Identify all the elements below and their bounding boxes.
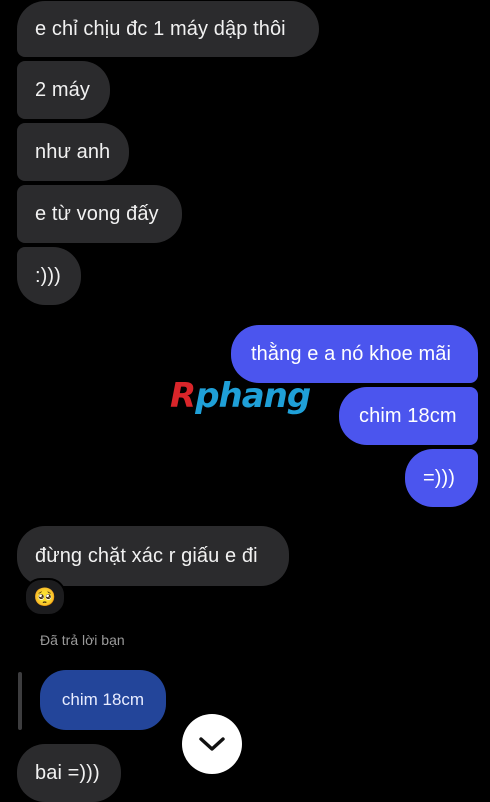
message-text: e từ vong đấy (35, 202, 159, 225)
message-bubble-outgoing[interactable]: thằng e a nó khoe mãi (231, 325, 478, 383)
reply-label: Đã trả lời bạn (40, 632, 125, 648)
message-text: thằng e a nó khoe mãi (251, 342, 452, 365)
pleading-face-emoji-icon: 🥺 (33, 586, 57, 607)
message-text: như anh (35, 140, 111, 163)
message-bubble-incoming[interactable]: như anh (17, 123, 129, 181)
message-bubble-incoming[interactable]: e chỉ chịu đc 1 máy dập thôi (17, 1, 319, 57)
message-bubble-incoming[interactable]: e từ vong đấy (17, 185, 182, 243)
message-text: chim 18cm (359, 404, 457, 427)
message-text: :))) (35, 264, 61, 287)
message-text: 2 máy (35, 78, 90, 101)
message-text: =))) (423, 466, 456, 489)
scroll-to-bottom-button[interactable] (182, 714, 242, 774)
message-bubble-incoming[interactable]: 2 máy (17, 61, 110, 119)
message-bubble-incoming[interactable]: bai =))) (17, 744, 121, 802)
message-bubble-incoming[interactable]: :))) (17, 247, 81, 305)
message-text: bai =))) (35, 761, 100, 784)
message-bubble-incoming[interactable]: đừng chặt xác r giấu e đi (17, 526, 289, 586)
watermark-logo: Rphang (170, 376, 311, 416)
message-text: e chỉ chịu đc 1 máy dập thôi (35, 17, 286, 40)
chevron-down-icon (199, 737, 225, 751)
message-text: đừng chặt xác r giấu e đi (35, 544, 258, 567)
quoted-message-text: chim 18cm (61, 690, 145, 709)
watermark-rest: phang (195, 376, 311, 416)
quoted-message[interactable]: chim 18cm (40, 670, 166, 730)
reaction-badge[interactable]: 🥺 (24, 578, 66, 616)
message-bubble-outgoing[interactable]: chim 18cm (339, 387, 478, 445)
message-bubble-outgoing[interactable]: =))) (405, 449, 478, 507)
reply-indicator-bar (18, 672, 22, 730)
watermark-first-letter: R (170, 376, 196, 416)
